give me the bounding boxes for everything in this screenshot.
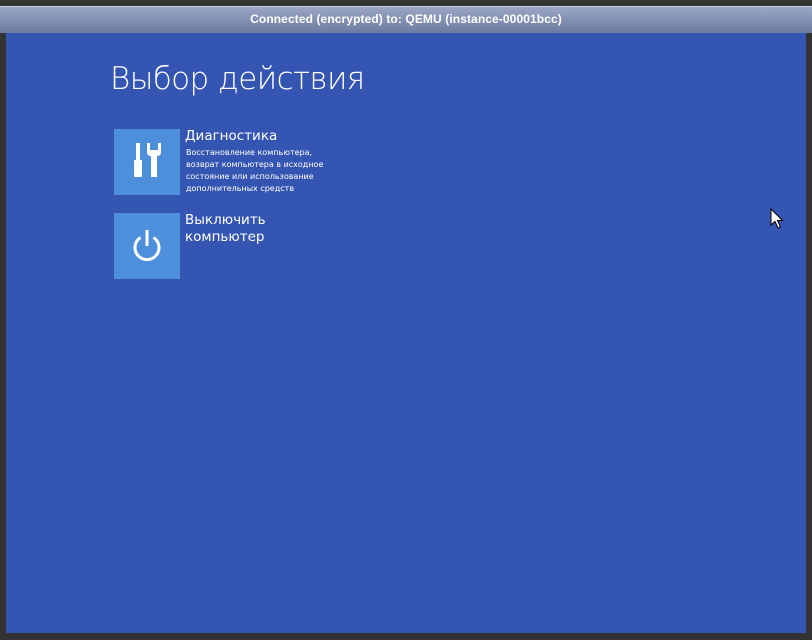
tools-icon [134,143,161,177]
window-titlebar[interactable]: Connected (encrypted) to: QEMU (instance… [0,6,812,33]
recovery-screen[interactable]: Выбор действия Диагностика Восстановлени… [6,33,806,633]
power-icon [133,230,161,262]
mouse-pointer-icon [770,208,784,229]
shutdown-title-line: Выключить [185,212,266,228]
troubleshoot-description-line: состояние или использование [186,172,314,181]
shutdown-title: Выключить компьютер [185,212,266,246]
shutdown-option[interactable]: Выключить компьютер [113,212,353,280]
troubleshoot-description: Восстановление компьютера, возврат компь… [186,147,336,195]
window-title: Connected (encrypted) to: QEMU (instance… [250,12,562,26]
page-title: Выбор действия [110,61,365,97]
troubleshoot-tile[interactable] [114,129,180,195]
vnc-window: Connected (encrypted) to: QEMU (instance… [0,0,812,640]
troubleshoot-option[interactable]: Диагностика Восстановление компьютера, в… [113,128,353,196]
troubleshoot-description-line: Восстановление компьютера, [186,148,313,157]
troubleshoot-title: Диагностика [185,128,278,144]
troubleshoot-description-line: дополнительных средств [186,184,295,193]
shutdown-tile[interactable] [114,213,180,279]
troubleshoot-description-line: возврат компьютера в исходное [186,160,324,169]
shutdown-title-line: компьютер [185,229,265,245]
